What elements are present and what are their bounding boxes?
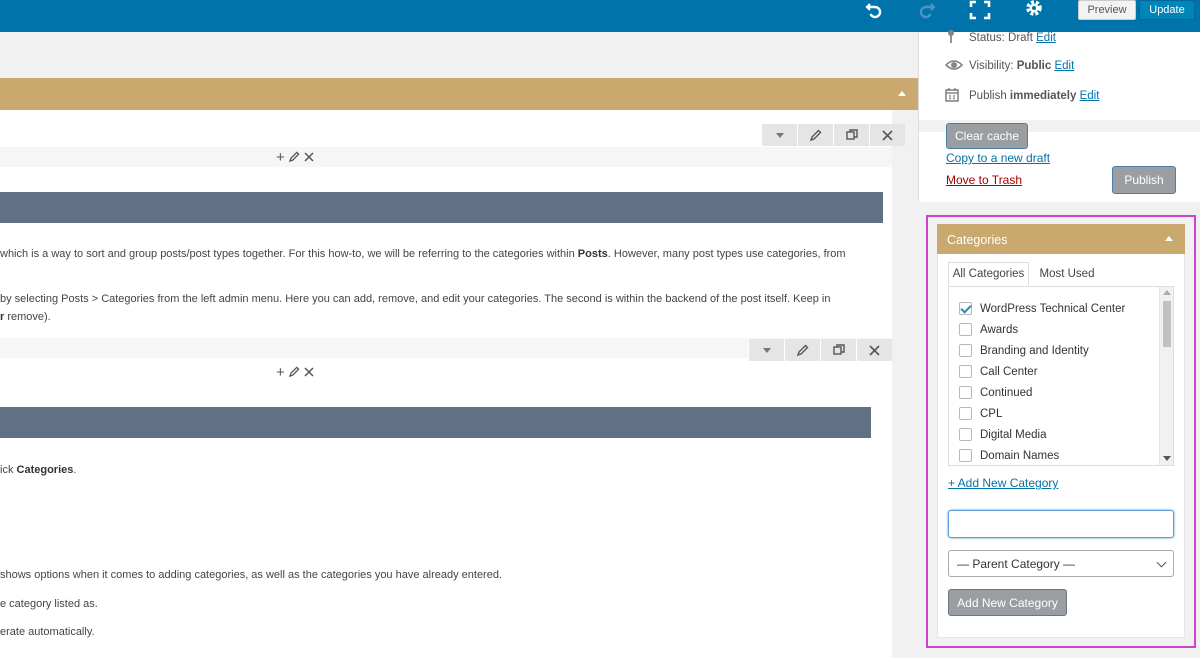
copy-draft-link[interactable]: Copy to a new draft xyxy=(946,151,1050,165)
paragraph-6: erate automatically. xyxy=(0,626,95,638)
calendar-icon xyxy=(945,88,959,105)
pencil-icon[interactable] xyxy=(288,364,300,381)
chevron-down-icon[interactable] xyxy=(761,124,797,146)
collapse-arrow-icon[interactable] xyxy=(898,91,906,96)
edit-visibility-link[interactable]: Edit xyxy=(1054,60,1074,72)
row-toolbar xyxy=(748,339,892,361)
close-icon[interactable] xyxy=(304,364,314,381)
move-to-trash-link[interactable]: Move to Trash xyxy=(946,173,1022,187)
edit-publish-date-link[interactable]: Edit xyxy=(1080,90,1100,102)
visibility-line: Visibility: Public Edit xyxy=(944,60,1074,72)
row-strip xyxy=(0,147,892,167)
duplicate-icon[interactable] xyxy=(820,339,856,361)
chevron-down-icon[interactable] xyxy=(748,339,784,361)
close-icon[interactable] xyxy=(869,124,905,146)
paragraph-5: e category listed as. xyxy=(0,598,98,610)
pencil-icon[interactable] xyxy=(784,339,820,361)
gear-icon[interactable] xyxy=(1022,0,1046,20)
pin-icon xyxy=(945,30,957,47)
heading-block[interactable] xyxy=(0,192,883,223)
publish-date-line: Publish immediately Edit xyxy=(945,88,1100,102)
close-icon[interactable] xyxy=(304,149,314,166)
update-button[interactable]: Update xyxy=(1139,0,1195,20)
close-icon[interactable] xyxy=(856,339,892,361)
paragraph-2: by selecting Posts > Categories from the… xyxy=(0,293,831,305)
pencil-icon[interactable] xyxy=(797,124,833,146)
clear-cache-button[interactable]: Clear cache xyxy=(946,123,1028,149)
highlight-frame xyxy=(926,215,1196,648)
status-line: Status: Draft Edit xyxy=(948,30,1056,44)
paragraph-2b: r remove). xyxy=(0,311,51,323)
column-controls: + xyxy=(276,364,314,381)
pencil-icon[interactable] xyxy=(288,149,300,166)
eye-icon xyxy=(944,58,964,75)
heading-block[interactable] xyxy=(0,407,871,438)
divider xyxy=(918,202,1200,214)
paragraph-4: shows options when it comes to adding ca… xyxy=(0,569,503,581)
plus-icon[interactable]: + xyxy=(276,364,285,381)
preview-button[interactable]: Preview xyxy=(1078,0,1136,20)
column-controls: + xyxy=(276,149,314,166)
undo-icon[interactable] xyxy=(862,0,886,20)
edit-status-link[interactable]: Edit xyxy=(1036,32,1056,44)
fullscreen-icon[interactable] xyxy=(968,0,992,20)
publish-button[interactable]: Publish xyxy=(1112,166,1176,194)
section-header-bar[interactable] xyxy=(0,78,918,110)
redo-icon[interactable] xyxy=(915,0,939,20)
duplicate-icon[interactable] xyxy=(833,124,869,146)
plus-icon[interactable]: + xyxy=(276,149,285,166)
paragraph-3: ick Categories. xyxy=(0,464,77,476)
editor-toolbar: Preview Update xyxy=(0,0,1200,32)
paragraph-1: which is a way to sort and group posts/p… xyxy=(0,248,846,260)
row-toolbar xyxy=(761,124,905,146)
